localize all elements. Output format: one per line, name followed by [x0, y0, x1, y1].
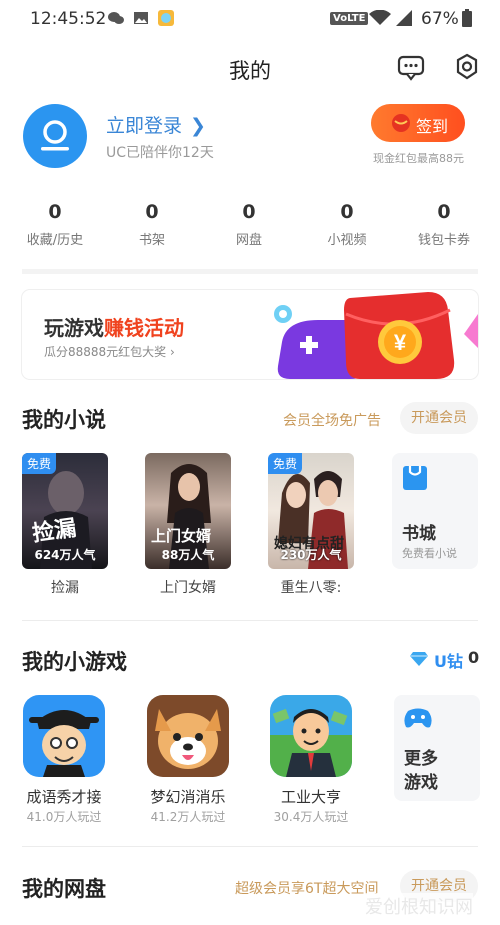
shopping-bag-icon: [403, 466, 427, 490]
scholar-character-icon: [29, 710, 99, 777]
game-players: 41.2万人玩过: [150, 810, 226, 824]
game-title: 成语秀才接: [26, 788, 102, 806]
popularity-badge: 230万人气: [280, 548, 342, 562]
gamepad-red-envelope-illustration: ¥: [274, 292, 478, 379]
settings-gear-icon[interactable]: [452, 52, 482, 82]
game-players: 30.4万人玩过: [273, 810, 349, 824]
chevron-right-icon: ❯: [190, 115, 206, 137]
battery-icon: [462, 9, 472, 27]
login-label: 立即登录: [106, 115, 183, 137]
diamond-icon: [410, 652, 428, 666]
volte-badge: VoLTE: [330, 12, 369, 25]
novels-member-note: 会员全场免广告: [283, 413, 381, 429]
stat-label: 网盘: [235, 233, 262, 248]
stat-favorites-history[interactable]: 0 收藏/历史: [13, 201, 97, 248]
stat-short-video[interactable]: 0 小视频: [305, 201, 389, 248]
cover-title: 捡漏: [30, 516, 78, 547]
dog-character-icon: [147, 695, 229, 777]
section-divider: [22, 620, 478, 621]
game-players: 41.0万人玩过: [26, 810, 102, 824]
book-cover-chongsheng-balin[interactable]: 免费 媳妇有点甜 230万人气: [268, 453, 354, 569]
bookstore-card[interactable]: 书城 免费看小说: [392, 453, 478, 569]
status-bar: 12:45:52 VoLTE 67%: [0, 0, 500, 38]
bookstore-subtitle: 免费看小说: [402, 547, 457, 560]
more-games-card[interactable]: 更多游戏: [394, 695, 480, 801]
section-divider: [22, 846, 478, 847]
games-section-title: 我的小游戏: [22, 650, 127, 674]
novels-section-title: 我的小说: [22, 408, 106, 432]
game-earn-banner[interactable]: 玩游戏赚钱活动 瓜分88888元红包大奖 › ¥: [22, 290, 478, 379]
companion-days: UC已陪伴你12天: [106, 145, 214, 161]
stat-netdisk[interactable]: 0 网盘: [207, 201, 291, 248]
stat-label: 钱包卡券: [417, 233, 470, 248]
free-badge: 免费: [22, 453, 57, 474]
banner-title-highlight: 赚钱活动: [104, 316, 184, 340]
profile-page: 12:45:52 VoLTE 67% 我的 立即登录 ❯ UC已陪伴你12天 签到…: [0, 0, 500, 925]
wechat-icon: [108, 12, 124, 24]
sign-in-note: 现金红包最高88元: [373, 152, 464, 165]
avatar[interactable]: [23, 104, 87, 168]
book-cover-jianlou[interactable]: 免费 捡漏 624万人气: [22, 453, 108, 569]
game-icon-menghuan-xiaoxiaole[interactable]: [147, 695, 229, 777]
game-title: 工业大亨: [280, 788, 341, 806]
user-icon: [41, 120, 69, 151]
netdisk-member-note: 超级会员享6T超大空间: [235, 881, 379, 897]
section-divider: [22, 269, 478, 274]
book-title: 重生八零:: [280, 580, 342, 596]
stat-label: 书架: [138, 233, 165, 248]
ucoin-value: 0: [468, 648, 480, 667]
banner-subtitle: 瓜分88888元红包大奖 ›: [44, 343, 175, 360]
banner-title-plain: 玩游戏: [44, 316, 104, 340]
more-games-label: 更多游戏: [404, 749, 438, 793]
coin-symbol: ¥: [394, 330, 407, 355]
netdisk-section-title: 我的网盘: [22, 877, 106, 901]
stat-number: 0: [437, 201, 451, 223]
red-envelope-icon: [392, 114, 410, 132]
stat-number: 0: [340, 201, 354, 223]
stat-number: 0: [48, 201, 62, 223]
image-icon: [134, 12, 148, 24]
bookstore-title: 书城: [402, 524, 436, 544]
wifi-icon: [369, 10, 391, 25]
watermark-text: 爱创根知识网: [365, 893, 473, 919]
game-icon-gongye-dahen[interactable]: [270, 695, 352, 777]
book-title: 上门女婿: [160, 580, 216, 596]
app-notification-icon: [158, 10, 174, 26]
chevron-right-icon: ›: [166, 345, 175, 359]
cover-title: 上门女婿: [151, 527, 212, 545]
signal-icon: [396, 10, 412, 26]
ucoin-label: U钻: [434, 652, 463, 671]
banner-title: 玩游戏赚钱活动: [44, 312, 184, 341]
stat-number: 0: [145, 201, 159, 223]
stat-bookshelf[interactable]: 0 书架: [110, 201, 194, 248]
stat-number: 0: [242, 201, 256, 223]
stat-label: 小视频: [327, 233, 367, 248]
status-time: 12:45:52: [30, 9, 107, 29]
gamepad-icon: [404, 708, 432, 728]
stat-label: 收藏/历史: [26, 233, 84, 248]
battery-percent: 67%: [421, 9, 459, 29]
book-cover-shangmen-nvxu[interactable]: 上门女婿 88万人气: [145, 453, 231, 569]
popularity-badge: 624万人气: [34, 548, 96, 562]
novels-open-membership-button[interactable]: 开通会员: [400, 402, 478, 434]
sign-in-button[interactable]: 签到: [371, 104, 465, 142]
sign-in-label: 签到: [416, 117, 449, 136]
banner-subtitle-text: 瓜分88888元红包大奖: [44, 345, 167, 359]
message-icon[interactable]: [396, 52, 426, 82]
popularity-badge: 88万人气: [161, 548, 215, 562]
stat-wallet-coupons[interactable]: 0 钱包卡券: [402, 201, 486, 248]
book-title: 捡漏: [51, 580, 79, 596]
tycoon-character-icon: [270, 708, 352, 777]
game-title: 梦幻消消乐: [150, 788, 226, 806]
free-badge: 免费: [268, 453, 303, 474]
login-link[interactable]: 立即登录 ❯: [106, 111, 206, 138]
game-icon-chengyu[interactable]: [23, 695, 105, 777]
